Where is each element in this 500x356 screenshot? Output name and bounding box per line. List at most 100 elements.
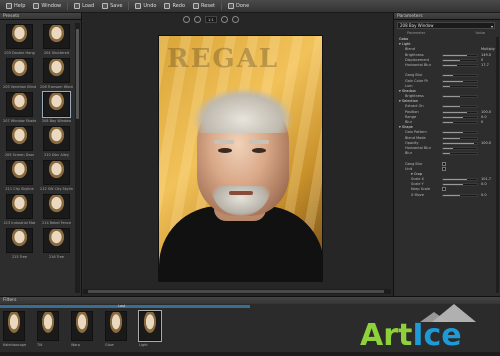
preset-item[interactable]: 204 Shuttered — [40, 23, 73, 55]
fit-view-icon[interactable] — [221, 16, 228, 23]
parameter-value[interactable]: 100.0 — [481, 110, 491, 114]
presets-scroll-thumb[interactable] — [76, 29, 79, 119]
hand-tool-icon[interactable] — [183, 16, 190, 23]
parameter-name: Blur — [405, 120, 413, 124]
parameter-value[interactable]: 149.0 — [481, 53, 491, 57]
preset-label: 210 Dtrc Alley — [44, 153, 69, 157]
parameter-slider[interactable] — [442, 79, 478, 83]
preset-item[interactable]: 212 SW City Skyline — [40, 159, 73, 191]
preview-photo[interactable]: REGAL — [158, 35, 323, 282]
preset-item[interactable]: 208 Bay Window — [40, 91, 73, 123]
parameter-slider[interactable] — [442, 152, 478, 156]
parameter-name: Range — [405, 114, 417, 119]
parameter-slider[interactable] — [442, 141, 478, 145]
toolbar-done-button[interactable]: Done — [225, 1, 252, 11]
preset-item[interactable]: 214 Rebel Fence — [40, 193, 73, 225]
parameter-row[interactable]: X Move 0.0 — [397, 193, 495, 198]
zoom-tool-icon[interactable] — [194, 16, 201, 23]
preset-item[interactable]: 216 Tree — [40, 227, 73, 259]
parameter-checkbox[interactable] — [442, 166, 446, 171]
parameter-slider[interactable] — [442, 193, 478, 197]
compare-icon[interactable] — [232, 16, 239, 23]
parameter-slider[interactable] — [442, 183, 478, 187]
toolbar-separator — [221, 2, 222, 10]
slider-fill — [443, 59, 460, 61]
preset-item[interactable]: 211 City Skyline — [3, 159, 36, 191]
slider-fill — [443, 106, 460, 108]
filters-title: Filters — [0, 297, 500, 304]
parameter-value[interactable]: 100.0 — [481, 141, 491, 145]
parameters-list: Gobo ▾ Light Blend Multiply Brightness 149.0 D… — [397, 37, 495, 198]
slider-fill — [443, 184, 464, 186]
parameter-slider[interactable] — [442, 74, 478, 78]
filters-progress-label: Last — [118, 304, 126, 308]
parameter-slider[interactable] — [442, 131, 478, 135]
filter-item[interactable]: Light — [138, 310, 163, 351]
parameter-value[interactable]: Multiply — [481, 47, 495, 51]
parameter-slider[interactable] — [442, 63, 478, 67]
filter-thumbnail — [105, 311, 127, 341]
parameter-value[interactable]: 0.0 — [481, 182, 487, 186]
preset-thumbnail — [6, 194, 33, 219]
toolbar-window-button[interactable]: Window — [30, 1, 64, 11]
filter-item[interactable]: Tilt — [37, 311, 61, 351]
preset-thumbnail — [43, 194, 70, 219]
parameter-slider[interactable] — [442, 58, 478, 62]
parameter-slider[interactable] — [442, 84, 478, 88]
parameter-slider[interactable] — [442, 105, 478, 109]
zoom-level-field[interactable]: 1:1 — [205, 16, 217, 23]
parameter-value[interactable]: 0 — [481, 58, 483, 62]
filter-item[interactable]: Warp — [71, 311, 95, 351]
slider-fill — [443, 96, 460, 98]
help-icon — [6, 3, 12, 9]
preset-item[interactable]: 210 Dtrc Alley — [40, 125, 73, 157]
parameter-checkbox[interactable] — [442, 187, 446, 192]
parameter-slider[interactable] — [442, 121, 478, 124]
preset-item[interactable]: 213 Industrial Mat — [3, 193, 36, 225]
parameter-slider[interactable] — [442, 136, 478, 140]
canvas-scroll-thumb[interactable] — [88, 290, 384, 293]
toolbar-button-label: Load — [82, 3, 95, 9]
parameter-slider[interactable] — [442, 115, 478, 119]
parameter-value[interactable]: 0.0 — [481, 193, 487, 197]
preset-thumbnail — [43, 160, 70, 185]
toolbar-redo-button[interactable]: Redo — [161, 1, 188, 11]
preset-item[interactable]: 205 Venetian Blind — [3, 57, 36, 89]
preset-item[interactable]: 207 Window Shades — [3, 91, 36, 123]
parameter-slider[interactable] — [442, 110, 478, 114]
presets-scrollbar[interactable] — [75, 23, 80, 293]
toolbar-load-button[interactable]: Load — [71, 1, 97, 11]
parameters-scrollbar[interactable] — [496, 37, 499, 293]
preset-item[interactable]: 209 Screen Door — [3, 125, 36, 157]
parameter-slider[interactable] — [442, 95, 478, 99]
parameter-value[interactable]: 0 — [481, 120, 483, 124]
filter-item[interactable]: Kaleidoscope — [3, 311, 27, 351]
toolbar-undo-button[interactable]: Undo — [132, 1, 159, 11]
canvas-toolbar: 1:1 — [183, 16, 239, 23]
parameter-name: X Move — [411, 192, 424, 197]
parameter-value[interactable]: 101.7 — [481, 177, 491, 181]
preset-item[interactable]: 215 Tree — [3, 227, 36, 259]
parameter-name: ▾ Shadow — [399, 88, 416, 93]
column-value: Value — [475, 31, 485, 35]
toolbar-save-button[interactable]: Save — [99, 1, 125, 11]
filter-item[interactable]: Glow — [105, 311, 129, 351]
parameter-value[interactable]: 0.0 — [481, 115, 487, 119]
toolbar-help-button[interactable]: Help — [3, 1, 28, 11]
preset-dropdown[interactable]: 208 Bay Window ▾ — [397, 22, 495, 29]
preset-item[interactable]: 203 Double Hang — [3, 23, 36, 55]
slider-fill — [443, 85, 450, 87]
preset-item[interactable]: 206 Transom Window — [40, 57, 73, 89]
parameter-slider[interactable] — [442, 178, 478, 182]
parameter-value[interactable]: 17.7 — [481, 63, 489, 67]
canvas-horizontal-scrollbar[interactable] — [83, 289, 391, 294]
parameter-slider[interactable] — [442, 53, 478, 57]
presets-grid: 203 Double Hang 204 Shuttered 205 Venetian… — [3, 23, 73, 259]
parameter-checkbox[interactable] — [442, 161, 446, 166]
parameter-name: ▾ Crop — [411, 171, 423, 176]
preset-label: 204 Shuttered — [43, 51, 70, 55]
parameter-name: Gang Blur — [405, 73, 423, 78]
subject-hair — [193, 88, 293, 133]
toolbar-reset-button[interactable]: Reset — [190, 1, 218, 11]
parameter-slider[interactable] — [442, 146, 478, 150]
